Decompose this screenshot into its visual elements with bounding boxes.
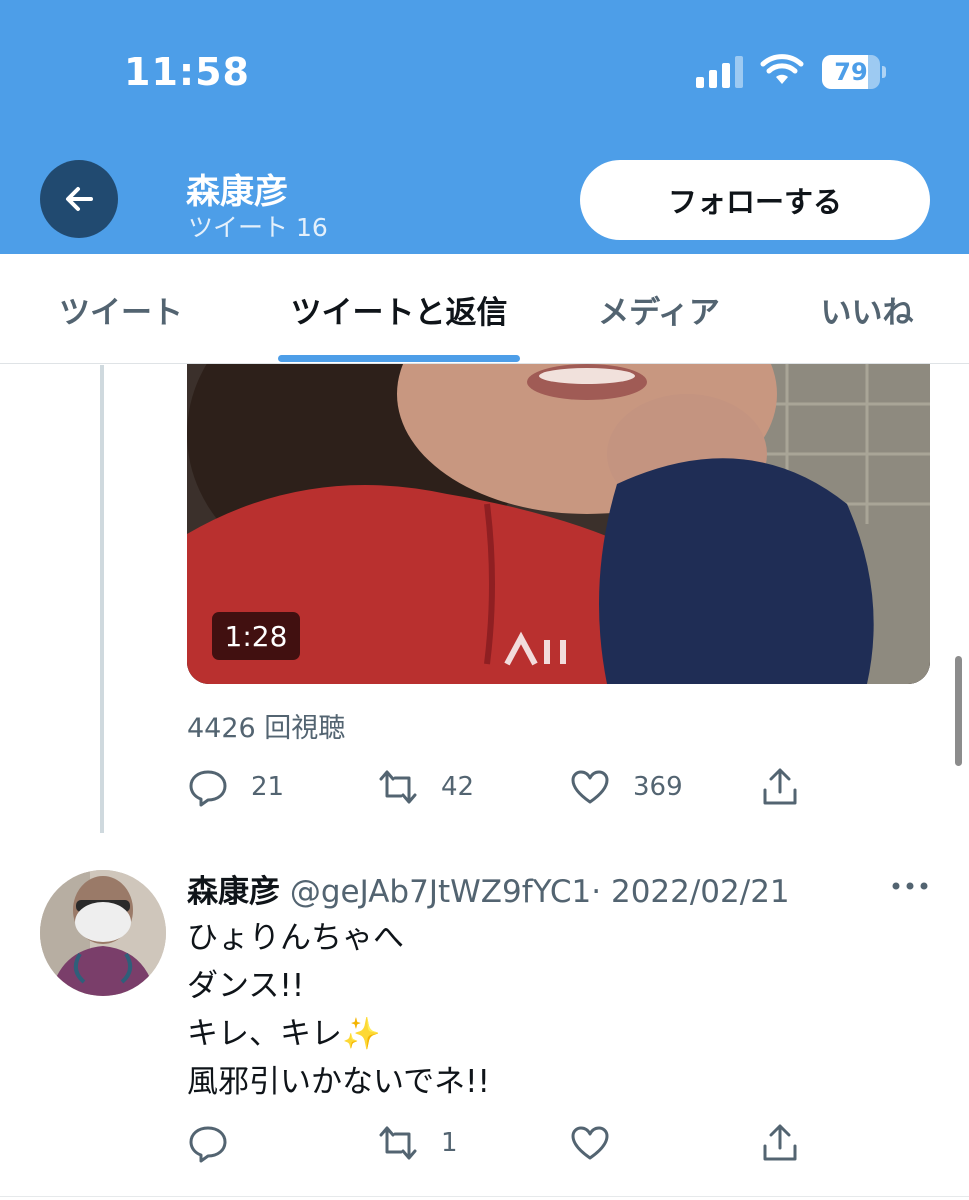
tweet-actions: 1: [187, 1118, 827, 1168]
tweet-header: 森康彦 @geJAb7JtWZ9fYC1· 2022/02/21: [187, 866, 790, 911]
retweet-count: 42: [441, 772, 475, 802]
arrow-left-icon: [66, 187, 93, 211]
more-options-icon[interactable]: [890, 872, 930, 900]
follow-button[interactable]: フォローする: [580, 160, 930, 240]
like-count: 369: [633, 772, 683, 802]
retweet-count: 1: [441, 1128, 458, 1158]
battery-indicator: 79: [822, 55, 886, 89]
status-time: 11:58: [124, 50, 250, 94]
tab-likes[interactable]: いいね: [800, 254, 934, 364]
profile-name: 森康彦: [186, 172, 288, 212]
retweet-button[interactable]: 1: [377, 1118, 458, 1168]
cellular-signal-icon: [696, 56, 743, 88]
wifi-icon: [760, 54, 804, 84]
tweet-line: ダンス!!: [187, 968, 305, 1004]
tweet-count: ツイート 16: [188, 213, 328, 242]
reply-count: 21: [251, 772, 285, 802]
heart-icon: [571, 770, 609, 804]
share-button[interactable]: [759, 762, 801, 812]
video-duration-badge: 1:28: [212, 612, 300, 660]
like-button[interactable]: [569, 1118, 633, 1168]
retweet-icon: [379, 770, 417, 804]
avatar[interactable]: [40, 870, 166, 996]
header-separator: ·: [591, 874, 602, 910]
heart-icon: [571, 1126, 609, 1160]
author-name[interactable]: 森康彦: [187, 874, 280, 910]
scrollbar[interactable]: [955, 656, 962, 766]
tweet-text: ひょりんちゃへ ダンス!! キレ、キレ✨ 風邪引いかないでネ!!: [187, 914, 490, 1106]
retweet-button[interactable]: 42: [377, 762, 474, 812]
view-count: 4426 回視聴: [187, 713, 346, 744]
reply-button[interactable]: 21: [187, 762, 284, 812]
retweet-icon: [379, 1126, 417, 1160]
tab-media[interactable]: メディア: [576, 254, 742, 364]
author-handle[interactable]: @geJAb7JtWZ9fYC1: [290, 874, 591, 910]
reply-icon: [189, 770, 227, 807]
thread-connector-line: [100, 365, 104, 833]
share-button[interactable]: [759, 1118, 801, 1168]
tweet-line: ひょりんちゃへ: [187, 920, 404, 956]
share-icon: [763, 768, 797, 805]
profile-tabs: ツイート ツイートと返信 メディア いいね: [0, 254, 969, 364]
tab-tweets-and-replies[interactable]: ツイートと返信: [270, 254, 528, 364]
tab-tweets[interactable]: ツイート: [36, 254, 206, 364]
reply-button[interactable]: [187, 1118, 251, 1168]
share-icon: [763, 1124, 797, 1161]
tweet-line: 風邪引いかないでネ!!: [187, 1064, 490, 1100]
active-tab-indicator: [278, 355, 520, 362]
reply-icon: [189, 1126, 227, 1163]
back-button[interactable]: [40, 160, 118, 238]
tweet-line: キレ、キレ✨: [187, 1016, 381, 1052]
avatar-image: [40, 870, 166, 996]
battery-level: 79: [834, 58, 868, 86]
tweet-actions: 21 42 369: [187, 762, 827, 812]
tweet-divider: [0, 1196, 969, 1197]
tweet-date[interactable]: 2022/02/21: [611, 874, 790, 910]
like-button[interactable]: 369: [569, 762, 683, 812]
profile-header: 11:58 79 森康彦 ツイート 16 フォローする: [0, 0, 969, 254]
